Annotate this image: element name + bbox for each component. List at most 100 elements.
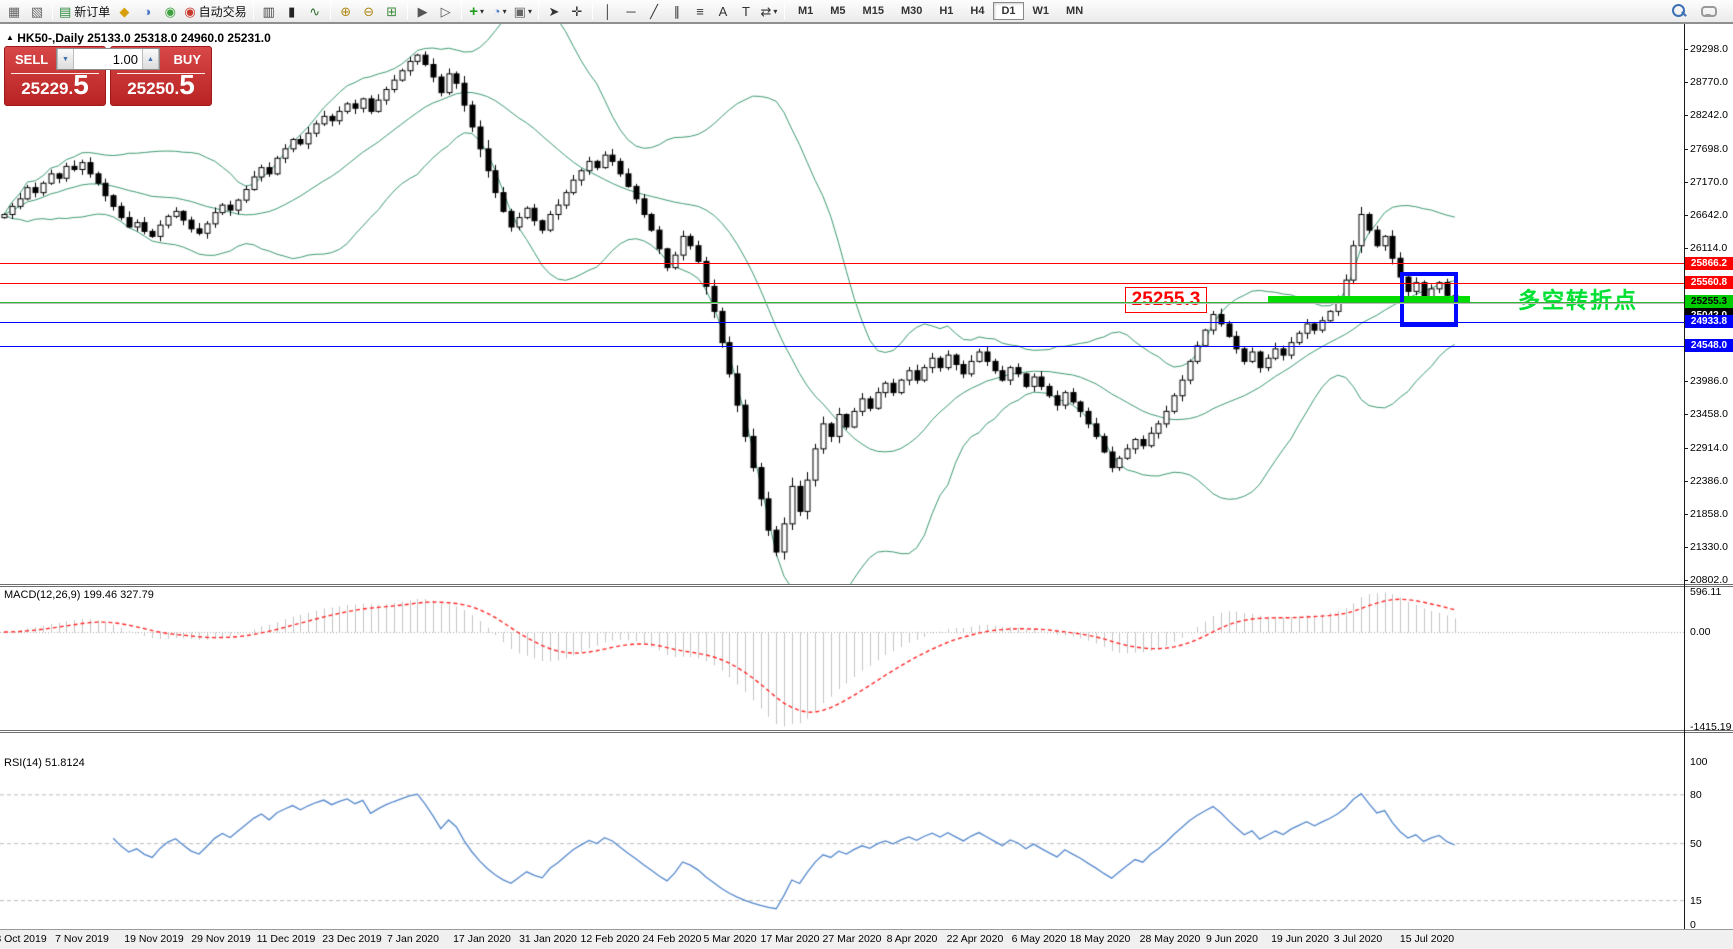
horizontal-line-25560.8[interactable] [0,283,1684,284]
rsi-axis-tick: 80 [1690,788,1702,801]
channel-icon[interactable]: ∥ [666,1,688,21]
date-axis-label: 7 Jan 2020 [387,933,439,945]
price-callout-label[interactable]: 25255.3 [1125,287,1207,313]
price-axis-tickmark [1684,49,1688,50]
auto-scroll-icon[interactable]: ▶ [412,1,434,21]
zoom-in-icon[interactable]: ⊕ [335,1,357,21]
timeframe-button-d1[interactable]: D1 [993,2,1024,20]
indicators-icon[interactable]: + ▾ [466,1,488,21]
blue-rectangle-annotation[interactable] [1400,272,1458,327]
date-axis-label: 5 Mar 2020 [703,933,757,945]
horizontal-line-24933.8[interactable] [0,322,1684,323]
volume-input[interactable] [74,49,142,69]
timeframe-button-h1[interactable]: H1 [931,2,961,20]
macd-pane-canvas[interactable] [0,588,1684,731]
window-tile-icon[interactable]: ▦ [3,1,25,21]
chart-title: ▲ HK50-,Daily 25133.0 25318.0 24960.0 25… [6,31,271,45]
toolbar-separator [783,2,785,20]
text-icon[interactable]: A [712,1,734,21]
horizontal-line-icon[interactable]: ─ [620,1,642,21]
toolbar-separator [406,2,408,20]
search-icon[interactable] [1668,1,1690,21]
fibonacci-icon[interactable]: ≡ [689,1,711,21]
turning-point-text[interactable]: 多空转折点 [1518,283,1638,315]
date-axis-label: 27 Mar 2020 [822,933,882,945]
periods-icon[interactable]: ◔ ▾ [489,1,511,21]
price-badge-25255.3: 25255.3 [1685,295,1733,308]
volume-decrease-button[interactable]: ▼ [57,49,74,69]
date-axis-label: 17 Mar 2020 [760,933,820,945]
metaeditor-icon[interactable]: ◆ [113,1,135,21]
toolbar-separator [329,2,331,20]
date-axis-label: 17 Jan 2020 [453,933,511,945]
price-axis-tickmark [1684,414,1688,415]
templates-icon[interactable]: ▣ ▾ [512,1,534,21]
arrows-icon[interactable]: ⇄ ▾ [758,1,780,21]
date-axis-label: 11 Dec 2019 [256,933,316,945]
bar-chart-icon[interactable]: ▥ [258,1,280,21]
signal-icon[interactable]: ◉ [159,1,181,21]
horizontal-line-25229.5[interactable] [0,303,1684,304]
price-axis-tickmark [1684,381,1688,382]
one-click-trading-panel: SELL 25229.5 BUY 25250.5 ▼ ▲ [4,46,212,106]
price-axis-tickmark [1684,547,1688,548]
timeframe-button-w1[interactable]: W1 [1025,2,1058,20]
chevron-down-icon[interactable]: ▾ [773,7,777,16]
date-axis-label: 19 Jun 2020 [1271,933,1329,945]
autotrading-button[interactable]: ◉ 自动交易 [182,1,248,21]
date-axis-label: 3 Jul 2020 [1333,933,1383,945]
horizontal-line-25866.2[interactable] [0,263,1684,264]
chat-icon[interactable] [1698,1,1720,21]
toolbar-separator [537,2,539,20]
rsi-pane-canvas[interactable] [0,734,1684,929]
date-axis-label: 7 Nov 2019 [55,933,109,945]
chart-profile-icon[interactable]: ▧ [26,1,48,21]
candlestick-chart-icon[interactable]: ▮ [281,1,303,21]
horizontal-line-24548[interactable] [0,346,1684,347]
zoom-out-icon[interactable]: ⊖ [358,1,380,21]
sell-label: SELL [15,52,49,67]
price-axis-tick: 28242.0 [1690,109,1728,121]
cursor-icon[interactable]: ➤ [543,1,565,21]
timeframe-button-m5[interactable]: M5 [822,2,853,20]
price-badge-25866.2: 25866.2 [1685,257,1733,270]
label-icon[interactable]: T [735,1,757,21]
new-order-button[interactable]: ▤ 新订单 [57,1,112,21]
line-chart-icon[interactable]: ∿ [304,1,326,21]
tile-windows-icon[interactable]: ⊞ [381,1,403,21]
price-axis-border [1684,24,1685,929]
price-axis-tickmark [1684,115,1688,116]
timeframe-button-m1[interactable]: M1 [790,2,821,20]
volume-increase-button[interactable]: ▲ [142,49,159,69]
chevron-down-icon[interactable]: ▾ [528,7,532,16]
crosshair-icon[interactable]: ✛ [566,1,588,21]
chevron-down-icon[interactable]: ▾ [503,7,507,16]
sell-price: 25229.5 [21,69,89,100]
date-axis-label: 22 Apr 2020 [946,933,1004,945]
timeframe-button-m30[interactable]: M30 [893,2,930,20]
timeframe-button-mn[interactable]: MN [1058,2,1091,20]
volume-stepper: ▼ ▲ [56,48,160,70]
chart-shift-icon[interactable]: ▷ [435,1,457,21]
price-axis-tickmark [1684,514,1688,515]
timeframe-button-h4[interactable]: H4 [962,2,992,20]
price-axis-tick: 23458.0 [1690,408,1728,420]
price-axis-tick: 27698.0 [1690,143,1728,155]
chevron-down-icon[interactable]: ▾ [480,7,484,16]
pane-splitter[interactable] [0,730,1733,733]
macd-label: MACD(12,26,9) 199.46 327.79 [4,589,154,601]
market-watch-icon[interactable]: ◑ [136,1,158,21]
price-axis-tick: 21330.0 [1690,541,1728,553]
rsi-axis-tick: 50 [1690,837,1702,850]
pane-splitter[interactable] [0,584,1733,587]
toolbar-separator [591,2,593,20]
vertical-line-icon[interactable]: │ [597,1,619,21]
macd-axis-tick: 596.11 [1690,586,1722,598]
collapse-triangle-icon[interactable]: ▲ [6,33,14,42]
buy-label: BUY [173,52,201,67]
trendline-icon[interactable]: ╱ [643,1,665,21]
date-axis-label: 23 Dec 2019 [322,933,382,945]
price-badge-25560.8: 25560.8 [1685,276,1733,289]
timeframe-button-m15[interactable]: M15 [855,2,892,20]
buy-price: 25250.5 [127,69,195,100]
